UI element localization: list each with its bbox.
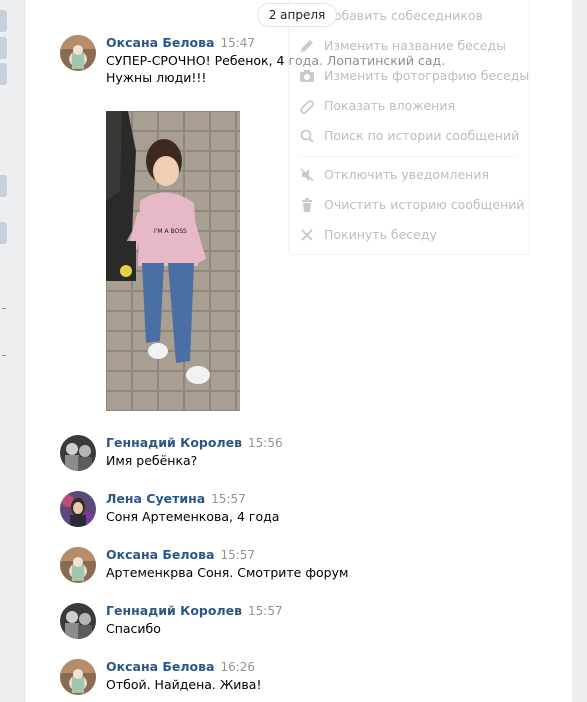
shirt-print: I'M A BOSS bbox=[154, 228, 187, 235]
menu-item-label: Отключить уведомления bbox=[324, 167, 489, 182]
message-time: 15:57 bbox=[220, 548, 256, 562]
menu-item-label: Добавить собеседников bbox=[324, 8, 483, 23]
sidebar-tick bbox=[2, 355, 6, 356]
close-icon bbox=[301, 229, 313, 241]
author-name[interactable]: Геннадий Королев 15:56 bbox=[106, 435, 283, 450]
avatar[interactable] bbox=[60, 547, 96, 583]
author-name[interactable]: Геннадий Королев 15:57 bbox=[106, 603, 283, 618]
message-time: 15:57 bbox=[211, 492, 246, 506]
conversation-actions-menu: Добавить собеседников Изменить название … bbox=[288, 0, 530, 255]
menu-item-label: Изменить фотографию беседы bbox=[324, 68, 530, 83]
sidebar-tab[interactable] bbox=[0, 222, 7, 244]
menu-item-label: Покинуть беседу bbox=[324, 227, 437, 242]
search-icon bbox=[300, 129, 314, 143]
avatar[interactable] bbox=[60, 35, 96, 71]
menu-item-change-photo[interactable]: Изменить фотографию беседы bbox=[289, 61, 529, 91]
sidebar-tick bbox=[2, 308, 6, 309]
avatar[interactable] bbox=[60, 435, 96, 471]
pencil-icon bbox=[301, 40, 313, 52]
sidebar-tab[interactable] bbox=[0, 175, 7, 197]
menu-item-label: Изменить название беседы bbox=[324, 38, 506, 53]
camera-icon bbox=[300, 70, 314, 82]
attached-photo[interactable]: I'M A BOSS bbox=[106, 111, 240, 411]
paperclip-icon bbox=[300, 100, 314, 114]
menu-item-leave-chat[interactable]: Покинуть беседу bbox=[289, 220, 529, 250]
message-text: Артеменкрва Соня. Смотрите форум bbox=[106, 565, 349, 580]
menu-item-mute[interactable]: Отключить уведомления bbox=[289, 160, 529, 190]
author-name[interactable]: Оксана Белова 15:47 bbox=[106, 35, 255, 50]
left-sidebar-edge bbox=[0, 0, 9, 702]
date-divider: 2 апреля bbox=[257, 3, 337, 27]
menu-item-label: Поиск по истории сообщений bbox=[324, 128, 520, 143]
avatar[interactable] bbox=[60, 603, 96, 639]
trash-icon bbox=[302, 198, 312, 212]
menu-item-search-history[interactable]: Поиск по истории сообщений bbox=[289, 121, 529, 151]
message-text: Спасибо bbox=[106, 621, 161, 636]
author-name[interactable]: Оксана Белова 15:57 bbox=[106, 547, 255, 562]
menu-divider bbox=[299, 156, 517, 157]
mute-icon bbox=[300, 168, 314, 182]
message-time: 16:26 bbox=[220, 660, 256, 674]
avatar[interactable] bbox=[60, 491, 96, 527]
sidebar-tab[interactable] bbox=[0, 10, 7, 32]
menu-item-label: Показать вложения bbox=[324, 98, 455, 113]
message-text: Соня Артеменкова, 4 года bbox=[106, 509, 280, 524]
author-name[interactable]: Лена Суетина 15:57 bbox=[106, 491, 246, 506]
menu-item-clear-history[interactable]: Очистить историю сообщений bbox=[289, 190, 529, 220]
author-name[interactable]: Оксана Белова 16:26 bbox=[106, 659, 255, 674]
message-time: 15:57 bbox=[248, 604, 283, 618]
message-text: Отбой. Найдена. Жива! bbox=[106, 677, 262, 692]
message-time: 15:56 bbox=[248, 436, 283, 450]
menu-item-show-attachments[interactable]: Показать вложения bbox=[289, 91, 529, 121]
message-time: 15:47 bbox=[220, 36, 256, 50]
message-text: Имя ребёнка? bbox=[106, 453, 198, 468]
menu-item-label: Очистить историю сообщений bbox=[324, 197, 525, 212]
sidebar-tab[interactable] bbox=[0, 37, 7, 59]
avatar[interactable] bbox=[60, 659, 96, 695]
menu-item-rename[interactable]: Изменить название беседы bbox=[289, 31, 529, 61]
sidebar-tab[interactable] bbox=[0, 63, 7, 85]
right-gutter bbox=[572, 0, 587, 702]
